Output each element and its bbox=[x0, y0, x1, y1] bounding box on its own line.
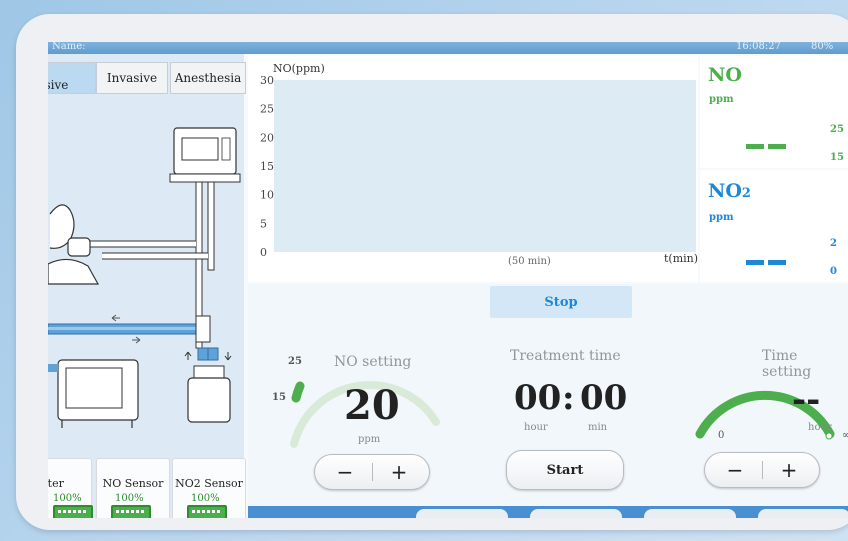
left-panel: Non-invasive Invasive Anesthesia bbox=[48, 54, 246, 518]
no-value-dash-b bbox=[768, 144, 786, 149]
treatment-minutes: 00 bbox=[580, 378, 628, 418]
y-tick-label: 20 bbox=[260, 131, 274, 144]
no-setting-unit: ppm bbox=[358, 434, 381, 445]
no-gauge-upper: 25 bbox=[288, 356, 302, 367]
no2-value-dash-b bbox=[768, 260, 786, 265]
stop-button[interactable]: Stop bbox=[490, 286, 632, 318]
y-tick-label: 30 bbox=[260, 74, 274, 87]
ventilator-screen: Name: 16:08:27 80% Non-invasive Invasive… bbox=[48, 42, 848, 518]
no-gauge-lower: 15 bbox=[272, 392, 286, 403]
tube-vertical-b bbox=[207, 181, 215, 271]
sensor-status-row: Filter 100% NO Sensor 100% NO2 Sensor 10… bbox=[48, 454, 246, 518]
battery-icon bbox=[111, 505, 151, 518]
start-button[interactable]: Start bbox=[506, 450, 624, 490]
treatment-separator: : bbox=[562, 378, 575, 418]
time-gauge-min: 0 bbox=[718, 430, 725, 441]
chart-plot: 0 5 10 15 20 25 30 (50 min) bbox=[260, 74, 696, 267]
nav-button-2[interactable] bbox=[530, 509, 622, 518]
nav-button-3[interactable] bbox=[644, 509, 736, 518]
chart-x-axis-label: t(min) bbox=[664, 252, 699, 265]
no-value-dash-a bbox=[746, 144, 764, 149]
sensor-percent: 100% bbox=[115, 493, 144, 504]
no-setting-stepper: − + bbox=[314, 454, 430, 490]
time-decrease-button[interactable]: − bbox=[715, 457, 755, 483]
time-setting-value: -- bbox=[792, 380, 821, 420]
mode-tabs: Non-invasive Invasive Anesthesia bbox=[48, 62, 246, 94]
tab-non-invasive[interactable]: Non-invasive bbox=[48, 62, 96, 94]
y-tick-label: 10 bbox=[260, 189, 274, 202]
no2-readout-title: NO2 bbox=[708, 180, 751, 202]
humidifier-bottle bbox=[187, 377, 231, 423]
filter-sensor-card[interactable]: Filter 100% bbox=[48, 458, 93, 518]
nav-button-4[interactable] bbox=[758, 509, 848, 518]
time-setting-label: Time setting bbox=[762, 348, 812, 380]
y-tick-label: 15 bbox=[260, 160, 274, 173]
no2-sensor-card[interactable]: NO2 Sensor 100% bbox=[172, 458, 246, 518]
time-gauge-max: ∞ bbox=[842, 430, 848, 441]
y-tick-label: 5 bbox=[260, 217, 267, 230]
time-setting-unit: hour bbox=[808, 422, 832, 433]
no2-lower-limit: 0 bbox=[830, 266, 837, 277]
no-readout-panel: NO ppm 25 15 bbox=[700, 56, 848, 168]
no-lower-limit: 15 bbox=[830, 152, 844, 163]
no2-upper-limit: 2 bbox=[830, 238, 837, 249]
no-upper-limit: 25 bbox=[830, 124, 844, 135]
nav-button-1[interactable] bbox=[416, 509, 508, 518]
treatment-min-label: min bbox=[588, 422, 608, 433]
no-setting-value: 20 bbox=[344, 382, 400, 429]
no2-value-dash-a bbox=[746, 260, 764, 265]
battery-level: 80% bbox=[811, 42, 834, 52]
app-title: Name: bbox=[52, 42, 86, 52]
x-range-label: (50 min) bbox=[508, 256, 551, 267]
battery-icon bbox=[53, 505, 93, 518]
bottom-nav-bar bbox=[248, 506, 848, 518]
y-tick-label: 0 bbox=[260, 246, 267, 259]
sensor-name: Filter bbox=[48, 477, 64, 490]
no2-readout-panel: NO2 ppm 2 0 bbox=[700, 170, 848, 282]
clock: 16:08:27 bbox=[736, 42, 781, 52]
tab-invasive[interactable]: Invasive bbox=[96, 62, 168, 94]
control-panel: Stop 25 15 NO setting 20 ppm − + Treatme… bbox=[248, 284, 848, 506]
chart-plot-area bbox=[274, 80, 696, 252]
no-readout-title: NO bbox=[708, 64, 742, 86]
sensor-percent: 100% bbox=[191, 493, 220, 504]
treatment-hour-label: hour bbox=[524, 422, 548, 433]
no-sensor-card[interactable]: NO Sensor 100% bbox=[96, 458, 170, 518]
no-setting-label: NO setting bbox=[334, 354, 412, 370]
tab-anesthesia[interactable]: Anesthesia bbox=[170, 62, 246, 94]
time-setting-stepper: − + bbox=[704, 452, 820, 488]
ventilator-display bbox=[181, 137, 219, 161]
sensor-name: NO Sensor bbox=[102, 477, 164, 490]
treatment-hours: 00 bbox=[514, 378, 562, 418]
no-trend-chart: NO(ppm) 0 5 10 15 20 25 30 (50 min) t(min) bbox=[248, 56, 698, 282]
time-increase-button[interactable]: + bbox=[769, 457, 809, 483]
no-readout-unit: ppm bbox=[709, 94, 734, 105]
battery-icon bbox=[187, 505, 227, 518]
mask bbox=[67, 237, 91, 257]
sensor-percent: 100% bbox=[53, 493, 82, 504]
no-decrease-button[interactable]: − bbox=[325, 459, 365, 485]
no2-readout-unit: ppm bbox=[709, 212, 734, 223]
sensor-name: NO2 Sensor bbox=[175, 477, 243, 490]
treatment-time-label: Treatment time bbox=[510, 348, 621, 364]
y-tick-label: 25 bbox=[260, 103, 274, 116]
status-bar: Name: 16:08:27 80% bbox=[48, 42, 848, 54]
no-increase-button[interactable]: + bbox=[379, 459, 419, 485]
circuit-diagram bbox=[48, 127, 241, 428]
